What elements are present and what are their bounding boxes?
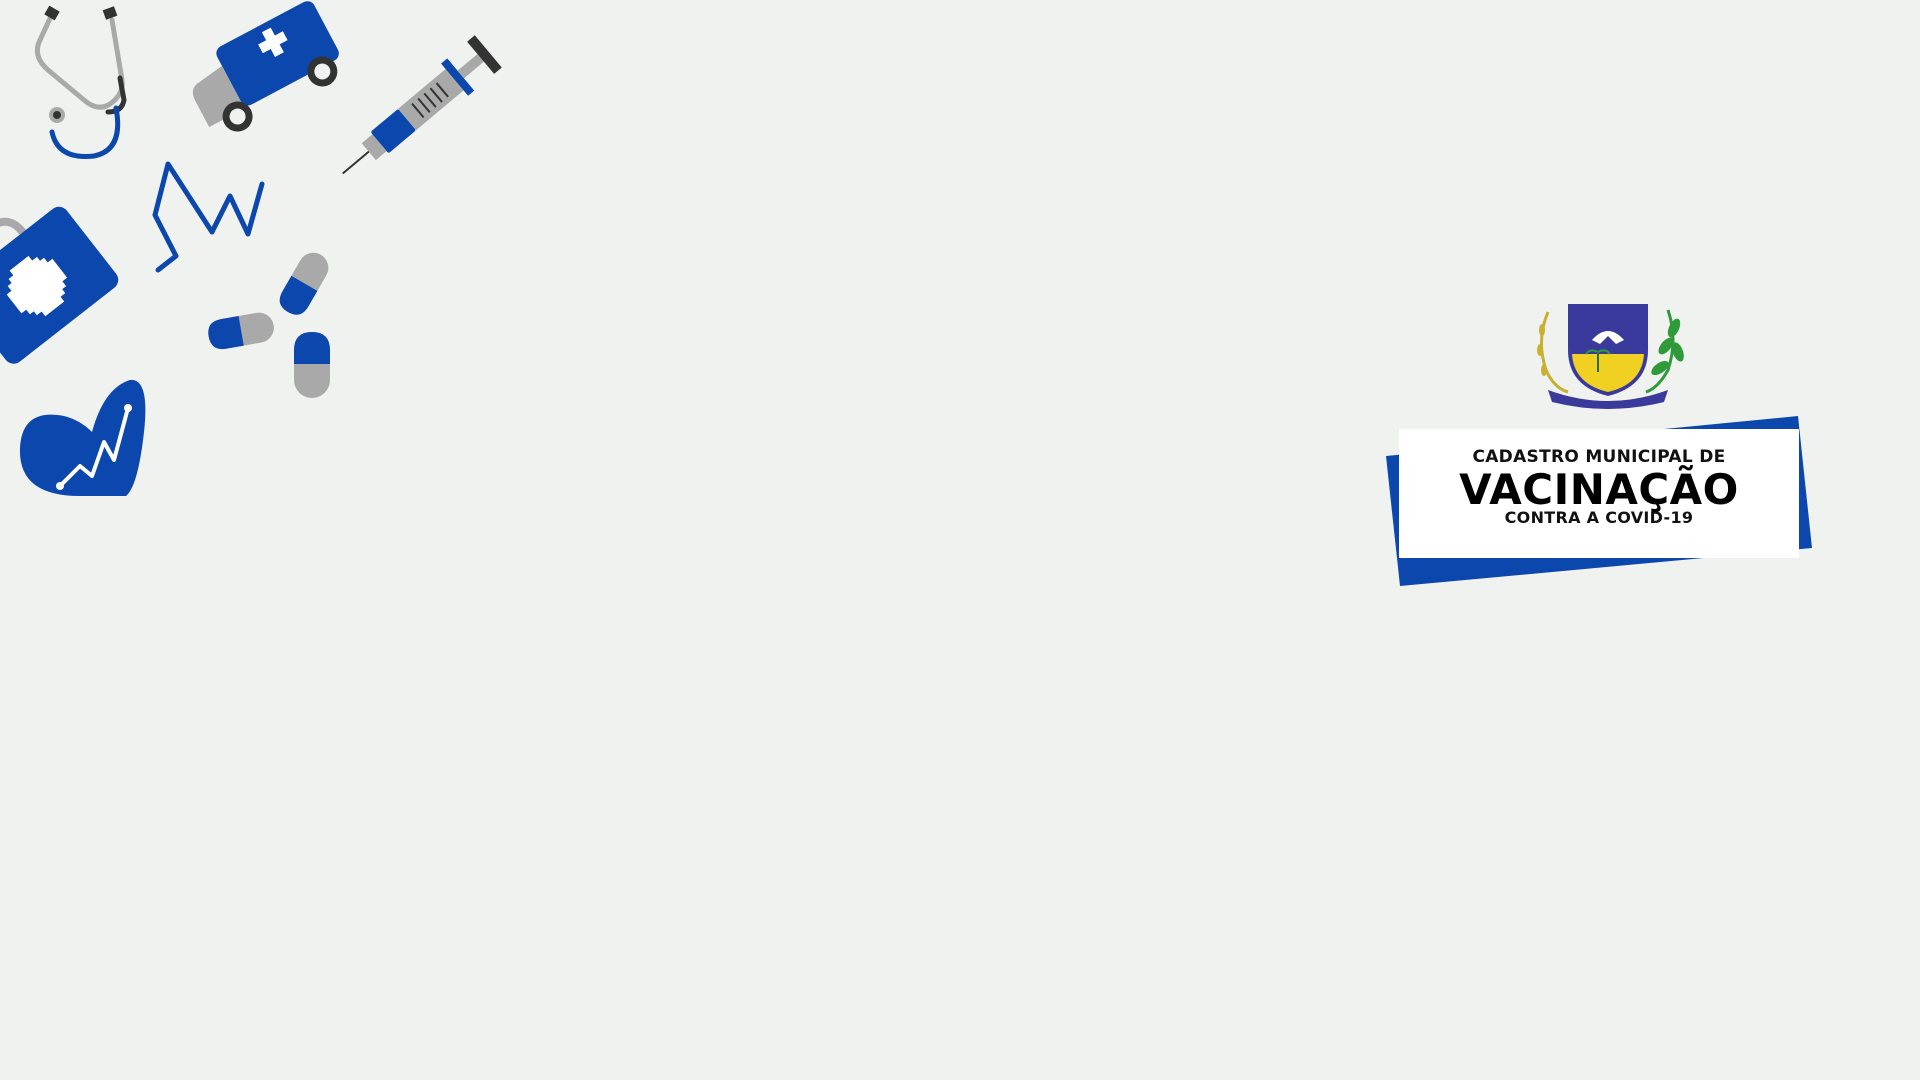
syringe-icon bbox=[342, 35, 502, 175]
heart-pulse-icon bbox=[19, 379, 146, 496]
stethoscope-icon bbox=[34, 5, 127, 159]
medical-bag-icon bbox=[0, 206, 119, 364]
municipal-crest-icon bbox=[1537, 304, 1684, 409]
vaccination-banner: CADASTRO MUNICIPAL DE VACINAÇÃO CONTRA A… bbox=[1399, 429, 1799, 558]
banner-subtitle-top: CADASTRO MUNICIPAL DE bbox=[1472, 447, 1726, 467]
heartbeat-line-icon bbox=[152, 161, 265, 273]
pill-capsule-icon bbox=[208, 252, 330, 398]
page-background: CADASTRO MUNICIPAL DE VACINAÇÃO CONTRA A… bbox=[0, 0, 1920, 1080]
banner-title: VACINAÇÃO bbox=[1459, 465, 1739, 514]
ambulance-icon bbox=[192, 1, 339, 132]
medical-decor-cluster bbox=[0, 1, 502, 496]
